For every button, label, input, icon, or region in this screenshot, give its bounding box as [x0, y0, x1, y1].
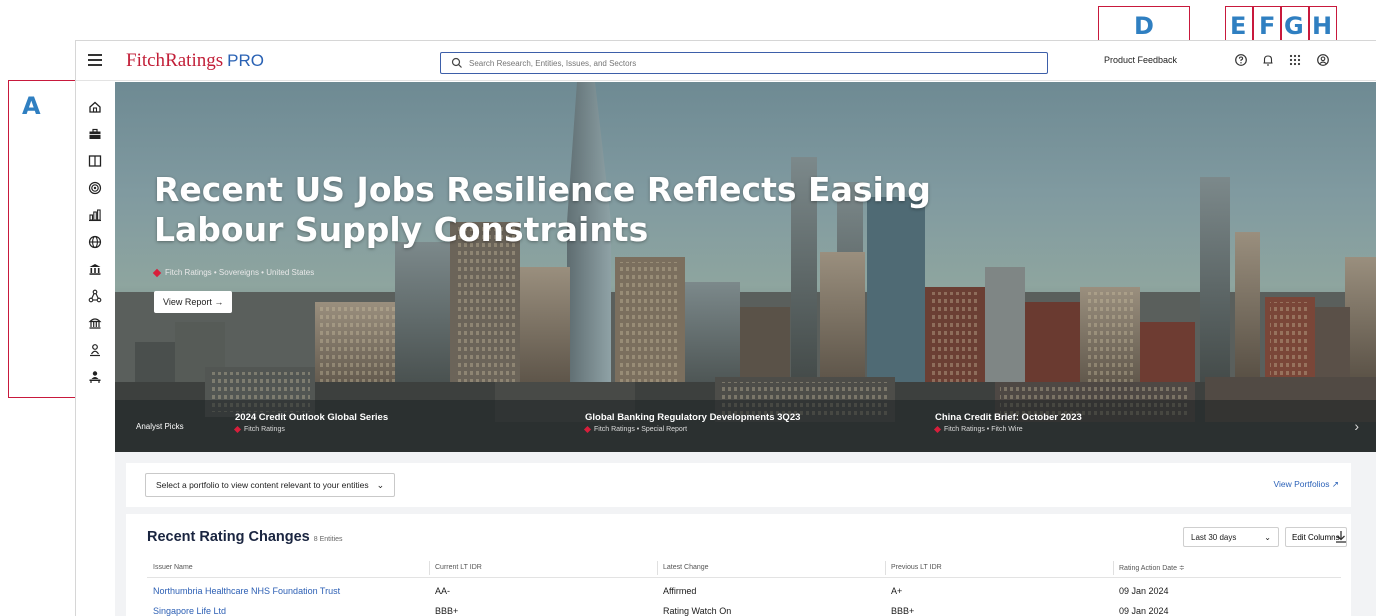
column-header-current-lt-idr[interactable]: Current LT IDR	[435, 564, 482, 571]
columns-icon[interactable]	[88, 154, 102, 168]
briefcase-icon[interactable]	[88, 127, 102, 141]
bank-icon[interactable]	[88, 262, 102, 276]
chevron-down-icon: ⌄	[1264, 532, 1271, 542]
column-header-latest-change[interactable]: Latest Change	[663, 564, 709, 571]
latest-change: Rating Watch On	[663, 606, 732, 616]
city-skyline-image	[115, 82, 1376, 452]
annotation-label-a: A	[22, 92, 41, 120]
home-icon[interactable]	[88, 100, 102, 114]
product-feedback-link[interactable]: Product Feedback	[1104, 55, 1177, 65]
entity-count: 8 Entities	[313, 536, 343, 543]
table-row[interactable]: Singapore Life Ltd BBB+ Rating Watch On …	[147, 602, 1341, 616]
search-icon	[451, 57, 462, 68]
chevron-right-icon[interactable]: ›	[1354, 418, 1359, 434]
logo-text-pro: PRO	[227, 51, 264, 70]
chevron-down-icon: ⌄	[376, 479, 385, 490]
user-account-icon[interactable]	[1316, 53, 1330, 67]
analyst-pick-item[interactable]: Global Banking Regulatory Developments 3…	[583, 412, 801, 434]
analyst-picks-bar: Analyst Picks 2024 Credit Outlook Global…	[115, 400, 1376, 452]
period-select[interactable]: Last 30 days ⌄	[1183, 527, 1279, 547]
analyst-pick-source-text: Fitch Ratings • Special Report	[594, 426, 688, 433]
hero-headline[interactable]: Recent US Jobs Resilience Reflects Easin…	[154, 170, 974, 250]
analyst-picks-label: Analyst Picks	[136, 422, 184, 431]
section-title-text: Recent Rating Changes	[147, 529, 310, 545]
top-bar: FitchRatingsPRO Product Feedback	[76, 41, 1376, 81]
column-header-rating-action-date[interactable]: Rating Action Date ≑	[1119, 564, 1185, 572]
column-divider	[1113, 561, 1114, 575]
government-building-icon[interactable]	[88, 316, 102, 330]
period-select-value: Last 30 days	[1191, 532, 1237, 542]
analyst-pick-title: China Credit Brief: October 2023	[935, 412, 1082, 423]
latest-change: Affirmed	[663, 586, 697, 596]
annotation-label-g: G	[1284, 12, 1304, 40]
analyst-pick-item[interactable]: China Credit Brief: October 2023 Fitch R…	[933, 412, 1082, 434]
analyst-pick-title: 2024 Credit Outlook Global Series	[235, 412, 389, 423]
fitch-ratings-pro-logo[interactable]: FitchRatings PRO	[126, 50, 264, 72]
annotation-label-e: E	[1230, 12, 1247, 40]
portfolio-card: Select a portfolio to view content relev…	[126, 463, 1351, 507]
fitch-diamond-icon	[583, 425, 592, 434]
dashboard-content: Select a portfolio to view content relev…	[115, 452, 1376, 616]
person-location-icon[interactable]	[88, 343, 102, 357]
analyst-pick-title: Global Banking Regulatory Developments 3…	[585, 412, 801, 423]
page: A B C D E F G H FitchRatingsPRO Product …	[0, 0, 1376, 616]
issuer-name-link[interactable]: Singapore Life Ltd	[153, 606, 226, 616]
portfolio-select-label: Select a portfolio to view content relev…	[156, 480, 369, 490]
annotation-label-d: D	[1134, 12, 1154, 40]
table-row[interactable]: Northumbria Healthcare NHS Foundation Tr…	[147, 582, 1341, 600]
fitch-diamond-icon	[933, 425, 942, 434]
column-divider	[657, 561, 658, 575]
globe-icon[interactable]	[88, 235, 102, 249]
analyst-pick-item[interactable]: 2024 Credit Outlook Global Series Fitch …	[233, 412, 389, 434]
hero-meta: Fitch Ratings • Sovereigns • United Stat…	[152, 268, 315, 277]
help-circle-icon[interactable]	[1234, 53, 1248, 67]
network-icon[interactable]	[88, 289, 102, 303]
analyst-pick-source: Fitch Ratings • Fitch Wire	[933, 425, 1082, 434]
column-divider	[885, 561, 886, 575]
recent-rating-changes-title: Recent Rating Changes 8 Entities	[147, 529, 343, 545]
current-lt-idr: BBB+	[435, 606, 459, 616]
analyst-pick-source: Fitch Ratings • Special Report	[583, 425, 800, 434]
annotation-label-h: H	[1312, 12, 1333, 40]
recent-rating-changes-card: Recent Rating Changes 8 Entities Last 30 …	[126, 514, 1351, 616]
hero-meta-text: Fitch Ratings • Sovereigns • United Stat…	[165, 268, 315, 277]
bell-icon[interactable]	[1261, 53, 1275, 67]
fitch-diamond-icon	[233, 425, 242, 434]
previous-lt-idr: BBB+	[891, 606, 915, 616]
portfolio-select[interactable]: Select a portfolio to view content relev…	[145, 473, 396, 497]
previous-lt-idr: A+	[891, 586, 903, 596]
left-nav-rail	[76, 82, 114, 616]
logo-text-fitch: Fitch	[126, 50, 166, 71]
bar-chart-icon[interactable]	[88, 208, 102, 222]
current-lt-idr: AA-	[435, 586, 451, 596]
app-window: FitchRatingsPRO Product Feedback	[75, 40, 1376, 616]
person-desk-icon[interactable]	[88, 370, 102, 384]
table-header: Issuer Name Current LT IDR Latest Change…	[147, 558, 1341, 578]
rating-action-date: 09 Jan 2024	[1119, 586, 1169, 596]
logo-text-ratings: Ratings	[165, 50, 224, 71]
analyst-pick-source: Fitch Ratings	[233, 425, 388, 434]
column-divider	[429, 561, 430, 575]
analyst-pick-source-text: Fitch Ratings • Fitch Wire	[944, 426, 1023, 433]
analyst-pick-source-text: Fitch Ratings	[244, 426, 285, 433]
fitch-diamond-icon	[152, 268, 162, 277]
hamburger-menu-icon[interactable]	[88, 54, 102, 66]
column-header-previous-lt-idr[interactable]: Previous LT IDR	[891, 564, 942, 571]
global-search-bar[interactable]	[440, 52, 1048, 74]
search-input[interactable]	[469, 58, 1029, 68]
hero-banner: Recent US Jobs Resilience Reflects Easin…	[115, 82, 1376, 452]
annotation-label-f: F	[1259, 12, 1276, 40]
rating-action-date: 09 Jan 2024	[1119, 606, 1169, 616]
download-icon[interactable]	[1333, 527, 1349, 547]
target-icon[interactable]	[88, 181, 102, 195]
issuer-name-link[interactable]: Northumbria Healthcare NHS Foundation Tr…	[153, 586, 340, 596]
view-report-button[interactable]: View Report →	[154, 291, 233, 313]
app-grid-icon[interactable]	[1288, 53, 1302, 67]
view-portfolios-link[interactable]: View Portfolios ↗	[1273, 479, 1339, 490]
column-header-issuer[interactable]: Issuer Name	[153, 564, 193, 571]
